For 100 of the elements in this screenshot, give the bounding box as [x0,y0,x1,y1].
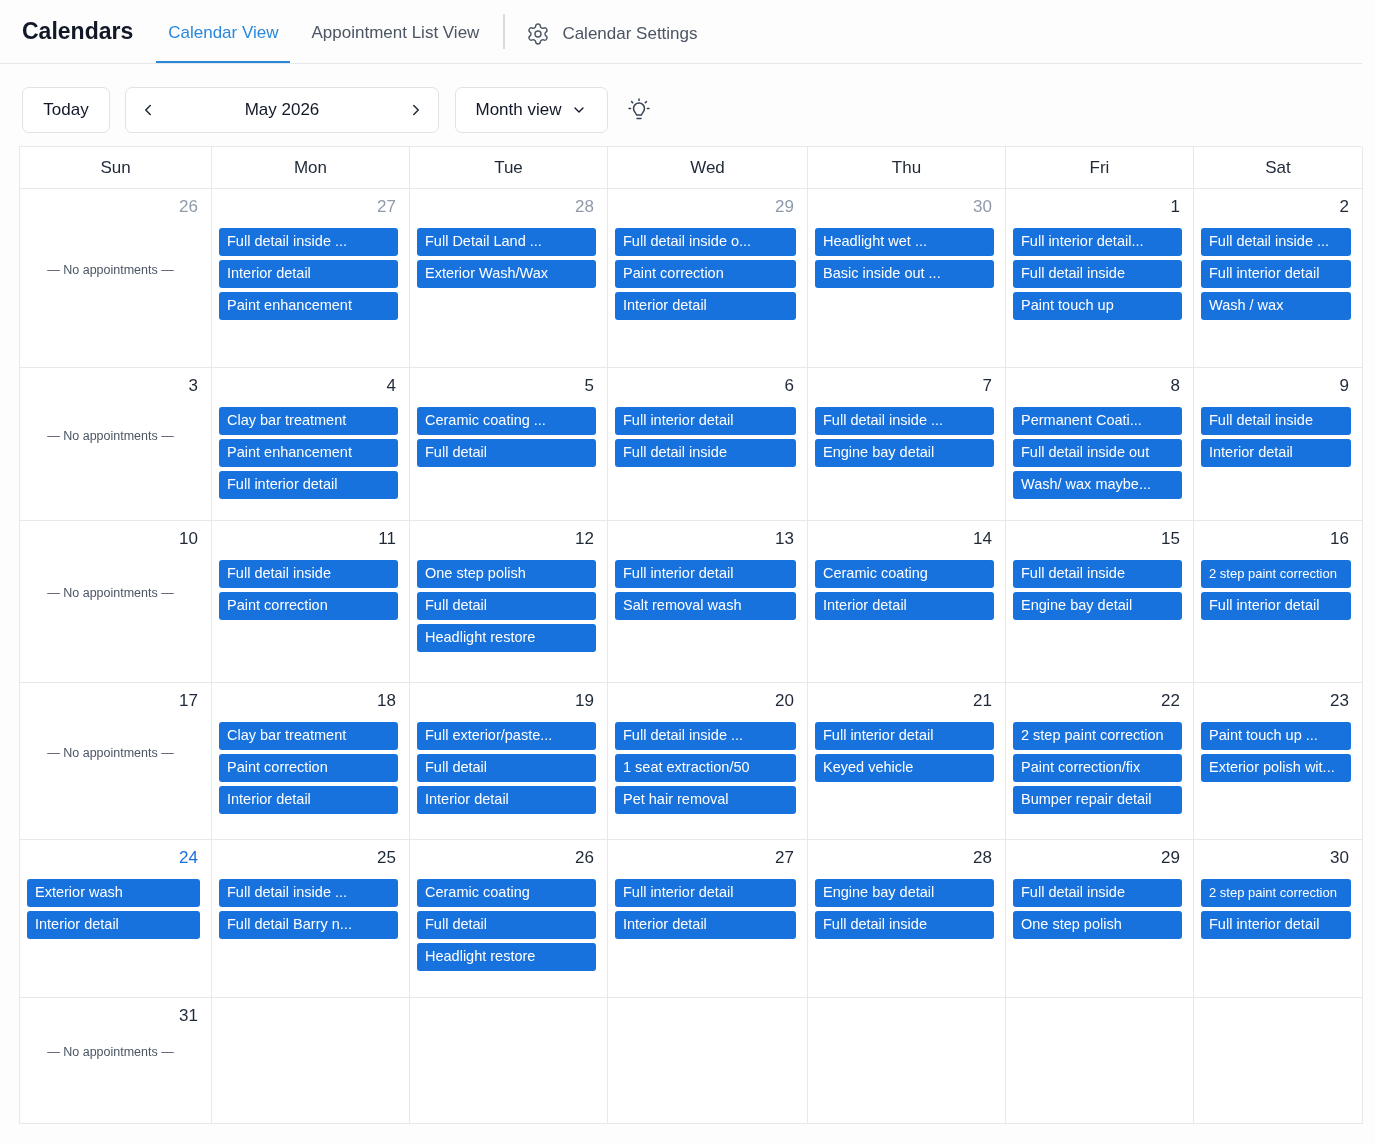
appointment-event[interactable]: Paint correction [219,754,398,782]
appointment-event[interactable]: Full detail [417,754,596,782]
day-number: 10 [179,529,198,549]
appointment-event[interactable]: 2 step paint correction [1201,879,1351,907]
today-button[interactable]: Today [22,87,110,133]
appointment-event[interactable]: Full detail inside [1013,879,1182,907]
appointment-event[interactable]: Full interior detail [615,560,796,588]
appointment-event[interactable]: Full interior detail [1201,260,1351,288]
appointment-event[interactable]: Full detail [417,439,596,467]
day-number: 3 [188,376,198,396]
view-tab[interactable]: Calendar View [156,0,291,63]
day-number: 20 [775,691,794,711]
settings-icon [526,21,551,46]
appointment-event[interactable]: Full detail inside ... [815,407,994,435]
appointment-event[interactable]: Full detail inside ... [1201,228,1351,256]
appointment-event[interactable]: One step polish [1013,911,1182,939]
appointment-event[interactable]: Full interior detail [219,471,398,499]
appointment-event[interactable]: Clay bar treatment [219,722,398,750]
appointment-event[interactable]: Full detail inside [615,439,796,467]
appointment-event[interactable]: Exterior polish wit... [1201,754,1351,782]
weekday-label: Thu [891,156,922,179]
appointment-event[interactable]: Full detail inside ... [219,228,398,256]
appointment-event[interactable]: Headlight wet ... [815,228,994,256]
day-number: 27 [775,848,794,868]
appointment-event[interactable]: Wash / wax [1201,292,1351,320]
appointment-event[interactable]: Bumper repair detail [1013,786,1182,814]
day-number: 23 [1330,691,1349,711]
appointment-event[interactable]: Wash/ wax maybe... [1013,471,1182,499]
appointment-event[interactable]: Pet hair removal [615,786,796,814]
appointment-event[interactable]: Full detail inside out [1013,439,1182,467]
month-label: May 2026 [244,99,320,122]
calendar-settings-link[interactable]: Calendar Settings [526,0,698,63]
page-title: Calendars [22,17,134,47]
appointment-event[interactable]: Full detail inside [1013,560,1182,588]
appointment-event[interactable]: Paint correction [219,592,398,620]
appointment-event[interactable]: Exterior Wash/Wax [417,260,596,288]
appointment-event[interactable]: Ceramic coating [417,879,596,907]
appointment-event[interactable]: Basic inside out ... [815,260,994,288]
appointment-event[interactable]: Interior detail [417,786,596,814]
day-number: 22 [1161,691,1180,711]
lightbulb-icon[interactable] [627,98,651,122]
appointment-event[interactable]: Interior detail [1201,439,1351,467]
appointment-event[interactable]: Full detail inside [1201,407,1351,435]
day-number: 19 [575,691,594,711]
day-number: 1 [1170,197,1180,217]
appointment-event[interactable]: Paint touch up ... [1201,722,1351,750]
appointment-event[interactable]: Interior detail [27,911,200,939]
appointment-event[interactable]: Headlight restore [417,624,596,652]
appointment-event[interactable]: Full interior detail [615,407,796,435]
appointment-event[interactable]: Engine bay detail [815,879,994,907]
day-number: 5 [584,376,594,396]
appointment-event[interactable]: Salt removal wash [615,592,796,620]
weekday-label: Sat [1265,156,1291,179]
view-tab[interactable]: Appointment List View [299,0,492,63]
appointment-event[interactable]: Full detail Barry n... [219,911,398,939]
appointment-event[interactable]: Full detail inside o... [615,228,796,256]
appointment-event[interactable]: Paint correction [615,260,796,288]
appointment-event[interactable]: Full interior detail [1201,911,1351,939]
appointment-event[interactable]: Interior detail [219,260,398,288]
appointment-event[interactable]: Full interior detail [1201,592,1351,620]
day-number: 30 [973,197,992,217]
appointment-event[interactable]: Full interior detail [615,879,796,907]
appointment-event[interactable]: Full detail inside [815,911,994,939]
appointment-event[interactable]: Exterior wash [27,879,200,907]
weekday-label: Wed [690,156,725,179]
appointment-event[interactable]: Headlight restore [417,943,596,971]
appointment-event[interactable]: Engine bay detail [1013,592,1182,620]
appointment-event[interactable]: Paint touch up [1013,292,1182,320]
appointment-event[interactable]: Full detail inside ... [615,722,796,750]
day-number: 17 [179,691,198,711]
appointment-event[interactable]: Full detail inside [219,560,398,588]
appointment-event[interactable]: Interior detail [815,592,994,620]
no-appointments-label: — No appointments — [47,1044,174,1062]
appointment-event[interactable]: Interior detail [219,786,398,814]
appointment-event[interactable]: 2 step paint correction [1013,722,1182,750]
appointment-event[interactable]: Paint enhancement [219,439,398,467]
appointment-event[interactable]: One step polish [417,560,596,588]
weekday-label: Sun [100,156,131,179]
appointment-event[interactable]: Full detail [417,592,596,620]
appointment-event[interactable]: Engine bay detail [815,439,994,467]
appointment-event[interactable]: Permanent Coati... [1013,407,1182,435]
appointment-event[interactable]: Paint correction/fix [1013,754,1182,782]
appointment-event[interactable]: Paint enhancement [219,292,398,320]
appointment-event[interactable]: Full Detail Land ... [417,228,596,256]
appointment-event[interactable]: Interior detail [615,292,796,320]
appointment-event[interactable]: Keyed vehicle [815,754,994,782]
appointment-event[interactable]: Full detail inside [1013,260,1182,288]
appointment-event[interactable]: 1 seat extraction/50 [615,754,796,782]
appointment-event[interactable]: Full detail [417,911,596,939]
appointment-event[interactable]: Full exterior/paste... [417,722,596,750]
appointment-event[interactable]: 2 step paint correction [1201,560,1351,588]
appointment-event[interactable]: Ceramic coating [815,560,994,588]
appointment-event[interactable]: Interior detail [615,911,796,939]
appointment-event[interactable]: Ceramic coating ... [417,407,596,435]
appointment-event[interactable]: Clay bar treatment [219,407,398,435]
appointment-event[interactable]: Full interior detail [815,722,994,750]
view-select-dropdown[interactable]: Month view [455,87,608,133]
appointment-event[interactable]: Full interior detail... [1013,228,1182,256]
appointment-event[interactable]: Full detail inside ... [219,879,398,907]
weekday-label: Tue [494,156,523,179]
